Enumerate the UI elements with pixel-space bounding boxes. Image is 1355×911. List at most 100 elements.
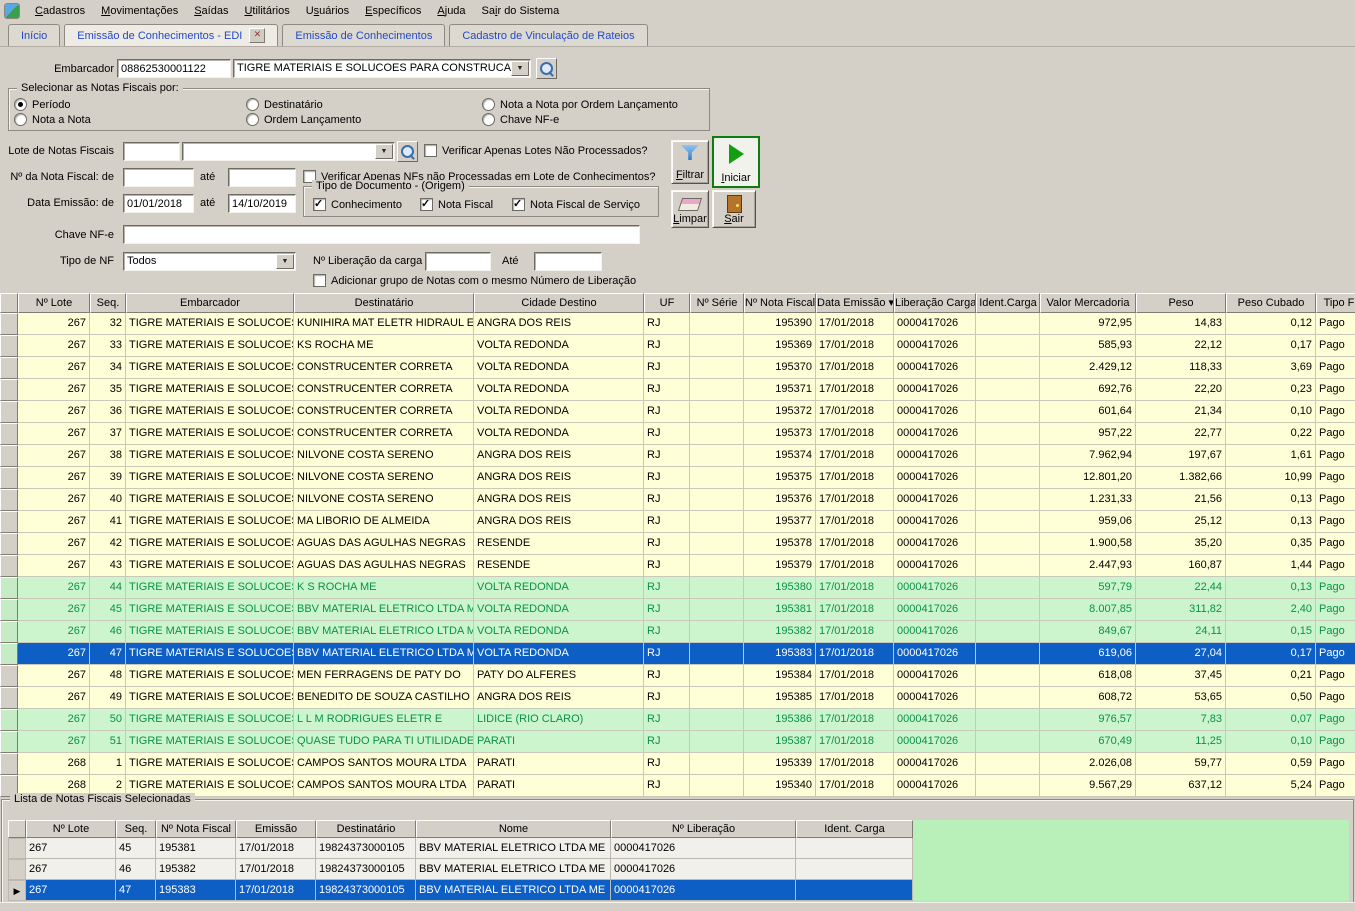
table-row[interactable]: 26736TIGRE MATERIAIS E SOLUCOESCONSTRUCE…	[0, 401, 1355, 423]
column-header-emissao[interactable]: Data Emissão ▾	[816, 293, 894, 313]
horizontal-scrollbar[interactable]	[0, 902, 1355, 911]
table-row[interactable]: 26738TIGRE MATERIAIS E SOLUCOESNILVONE C…	[0, 445, 1355, 467]
embarcador-code-input[interactable]	[117, 59, 231, 78]
column-header-tipo[interactable]: Tipo F	[1316, 293, 1355, 313]
limpar-button[interactable]: Limpar	[671, 190, 709, 228]
table-row[interactable]: 26751TIGRE MATERIAIS E SOLUCOESQUASE TUD…	[0, 731, 1355, 753]
checkbox-nota-fiscal[interactable]: Nota Fiscal	[420, 198, 493, 211]
tab-cadastro-vinculacao-rateios[interactable]: Cadastro de Vinculação de Rateios	[449, 24, 647, 46]
menu-item-movimentacoes[interactable]: Movimentações	[93, 2, 186, 20]
column-header-indicator[interactable]	[0, 293, 18, 313]
close-icon[interactable]	[249, 28, 265, 43]
column-header-seq[interactable]: Seq.	[90, 293, 126, 313]
radio-periodo[interactable]: Período	[14, 98, 71, 111]
data-emissao-de-input[interactable]	[123, 194, 194, 213]
table-row[interactable]: 26734TIGRE MATERIAIS E SOLUCOESCONSTRUCE…	[0, 357, 1355, 379]
table-row[interactable]: 26743TIGRE MATERIAIS E SOLUCOESAGUAS DAS…	[0, 555, 1355, 577]
column-header-seq[interactable]: Seq.	[116, 820, 156, 838]
table-row[interactable]: 26748TIGRE MATERIAIS E SOLUCOESMEN FERRA…	[0, 665, 1355, 687]
cell-uf: RJ	[644, 357, 690, 379]
nota-fiscal-de-input[interactable]	[123, 168, 194, 187]
column-header-embarcador[interactable]: Embarcador	[126, 293, 294, 313]
tipo-nf-select[interactable]: Todos	[123, 252, 296, 271]
row-indicator	[0, 423, 18, 445]
table-row[interactable]: 26732TIGRE MATERIAIS E SOLUCOESKUNIHIRA …	[0, 313, 1355, 335]
radio-chave-nfe[interactable]: Chave NF-e	[482, 113, 559, 126]
table-row[interactable]: 26740TIGRE MATERIAIS E SOLUCOESNILVONE C…	[0, 489, 1355, 511]
menu-item-cadastros[interactable]: Cadastros	[27, 2, 93, 20]
table-row[interactable]: 2674619538217/01/201819824373000105BBV M…	[8, 859, 1349, 880]
table-row[interactable]: 26733TIGRE MATERIAIS E SOLUCOESKS ROCHA …	[0, 335, 1355, 357]
tab-inicio[interactable]: Início	[8, 24, 60, 46]
liberacao-de-input[interactable]	[425, 252, 491, 271]
column-header-lote[interactable]: Nº Lote	[26, 820, 116, 838]
column-header-serie[interactable]: Nº Série	[690, 293, 744, 313]
cell-ident	[976, 577, 1040, 599]
table-row[interactable]: 26742TIGRE MATERIAIS E SOLUCOESAGUAS DAS…	[0, 533, 1355, 555]
chevron-down-icon[interactable]	[511, 61, 529, 76]
iniciar-button[interactable]: Iniciar	[712, 136, 760, 188]
table-row[interactable]: 26746TIGRE MATERIAIS E SOLUCOESBBV MATER…	[0, 621, 1355, 643]
menu-item-especificos[interactable]: Específicos	[357, 2, 429, 20]
menu-item-usuarios[interactable]: Usuários	[298, 2, 357, 20]
table-row[interactable]: 26739TIGRE MATERIAIS E SOLUCOESNILVONE C…	[0, 467, 1355, 489]
column-header-emissao[interactable]: Emissão	[236, 820, 316, 838]
column-header-destinatario[interactable]: Destinatário	[294, 293, 474, 313]
table-row[interactable]: 26735TIGRE MATERIAIS E SOLUCOESCONSTRUCE…	[0, 379, 1355, 401]
column-header-cidade[interactable]: Cidade Destino	[474, 293, 644, 313]
column-header-liberacao[interactable]: Nº Liberação	[611, 820, 796, 838]
radio-nota-a-nota-por-ordem[interactable]: Nota a Nota por Ordem Lançamento	[482, 98, 678, 111]
chevron-down-icon[interactable]	[276, 254, 294, 269]
sair-button[interactable]: Sair	[712, 190, 756, 228]
cell-lote: 267	[26, 880, 116, 901]
data-emissao-ate-input[interactable]	[228, 194, 296, 213]
menu-item-saidas[interactable]: Saídas	[186, 2, 236, 20]
embarcador-name-select[interactable]: TIGRE MATERIAIS E SOLUCOES PARA CONSTRUC…	[233, 59, 531, 78]
column-header-nota[interactable]: Nº Nota Fiscal	[156, 820, 236, 838]
table-row[interactable]: 26737TIGRE MATERIAIS E SOLUCOESCONSTRUCE…	[0, 423, 1355, 445]
chevron-down-icon[interactable]	[375, 144, 393, 159]
table-row[interactable]: 26749TIGRE MATERIAIS E SOLUCOESBENEDITO …	[0, 687, 1355, 709]
checkbox-conhecimento[interactable]: Conhecimento	[313, 198, 402, 211]
table-row[interactable]: 2674519538117/01/201819824373000105BBV M…	[8, 838, 1349, 859]
radio-destinatario[interactable]: Destinatário	[246, 98, 323, 111]
checkbox-nota-fiscal-servico[interactable]: Nota Fiscal de Serviço	[512, 198, 640, 211]
lote-search-button[interactable]	[397, 141, 418, 162]
column-header-valor[interactable]: Valor Mercadoria	[1040, 293, 1136, 313]
checkbox-adicionar-grupo[interactable]: Adicionar grupo de Notas com o mesmo Núm…	[313, 274, 636, 287]
column-header-ident[interactable]: Ident. Carga	[796, 820, 913, 838]
checkbox-lotes-nao-processados[interactable]: Verificar Apenas Lotes Não Processados?	[424, 144, 647, 157]
embarcador-search-button[interactable]	[536, 58, 557, 79]
column-header-ident[interactable]: Ident.Carga	[976, 293, 1040, 313]
menu-item-sair-do-sistema[interactable]: Sair do Sistema	[474, 2, 568, 20]
table-row[interactable]: 26745TIGRE MATERIAIS E SOLUCOESBBV MATER…	[0, 599, 1355, 621]
table-row[interactable]: 26750TIGRE MATERIAIS E SOLUCOESL L M ROD…	[0, 709, 1355, 731]
lote-select[interactable]	[182, 142, 395, 161]
tab-emissao-conhecimentos-edi[interactable]: Emissão de Conhecimentos - EDI	[64, 24, 278, 46]
column-header-cubado[interactable]: Peso Cubado	[1226, 293, 1316, 313]
liberacao-ate-input[interactable]	[534, 252, 602, 271]
table-row[interactable]: 2682TIGRE MATERIAIS E SOLUCOESCAMPOS SAN…	[0, 775, 1355, 797]
radio-nota-a-nota[interactable]: Nota a Nota	[14, 113, 91, 126]
table-row[interactable]: ▶2674719538317/01/201819824373000105BBV …	[8, 880, 1349, 901]
table-row[interactable]: 2681TIGRE MATERIAIS E SOLUCOESCAMPOS SAN…	[0, 753, 1355, 775]
column-header-destinatario[interactable]: Destinatário	[316, 820, 416, 838]
table-row[interactable]: 26744TIGRE MATERIAIS E SOLUCOESK S ROCHA…	[0, 577, 1355, 599]
lote-input[interactable]	[123, 142, 180, 161]
nota-fiscal-ate-input[interactable]	[228, 168, 296, 187]
radio-ordem-lancamento[interactable]: Ordem Lançamento	[246, 113, 361, 126]
tab-emissao-conhecimentos[interactable]: Emissão de Conhecimentos	[282, 24, 445, 46]
chave-nfe-input[interactable]	[123, 225, 640, 244]
menu-item-utilitarios[interactable]: Utilitários	[236, 2, 297, 20]
column-header-peso[interactable]: Peso	[1136, 293, 1226, 313]
filtrar-button[interactable]: Filtrar	[671, 140, 709, 184]
column-header-nome[interactable]: Nome	[416, 820, 611, 838]
column-header-lote[interactable]: Nº Lote	[18, 293, 90, 313]
table-row[interactable]: 26747TIGRE MATERIAIS E SOLUCOESBBV MATER…	[0, 643, 1355, 665]
column-header-liberacao[interactable]: Liberação Carga	[894, 293, 976, 313]
menu-item-ajuda[interactable]: Ajuda	[429, 2, 473, 20]
column-header-nota[interactable]: Nº Nota Fiscal	[744, 293, 816, 313]
column-header-uf[interactable]: UF	[644, 293, 690, 313]
table-row[interactable]: 26741TIGRE MATERIAIS E SOLUCOESMA LIBORI…	[0, 511, 1355, 533]
column-header-indicator[interactable]	[8, 820, 26, 838]
